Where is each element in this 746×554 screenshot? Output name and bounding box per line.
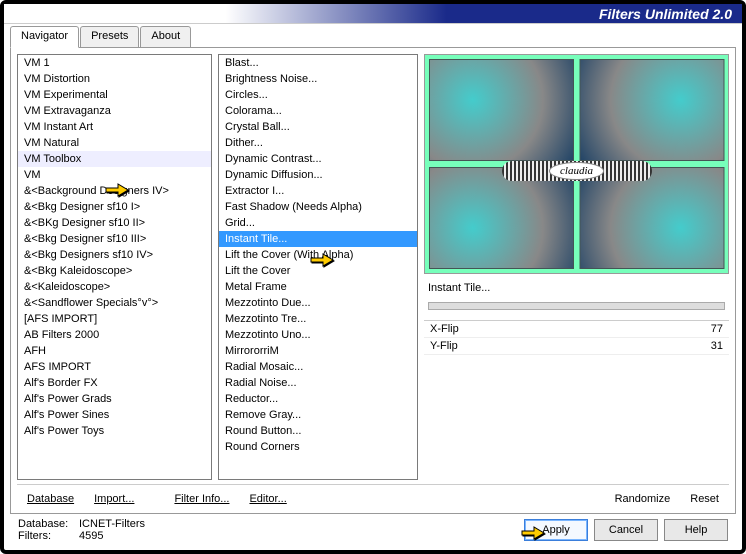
status-filters-label: Filters:	[18, 530, 73, 542]
list-item[interactable]: VM 1	[18, 55, 211, 71]
content: Navigator Presets About VM 1VM Distortio…	[4, 24, 742, 550]
param-name: Y-Flip	[430, 340, 458, 352]
status-db-value: ICNET-Filters	[79, 518, 145, 530]
list-item[interactable]: VM Distortion	[18, 71, 211, 87]
current-filter-row: Instant Tile...	[424, 280, 729, 296]
current-filter-label: Instant Tile...	[428, 282, 725, 294]
list-item[interactable]: &<Bkg Kaleidoscope>	[18, 263, 211, 279]
help-button[interactable]: Help	[664, 519, 728, 541]
list-item[interactable]: Radial Noise...	[219, 375, 417, 391]
list-item[interactable]: Alf's Power Toys	[18, 423, 211, 439]
list-item[interactable]: Alf's Border FX	[18, 375, 211, 391]
list-item[interactable]: &<Background Designers IV>	[18, 183, 211, 199]
cancel-button[interactable]: Cancel	[594, 519, 658, 541]
watermark-text: claudia	[560, 165, 593, 177]
param-row[interactable]: X-Flip 77	[424, 321, 729, 338]
footer: Database: ICNET-Filters Filters: 4595 Appl…	[10, 514, 736, 546]
apply-button[interactable]: Apply	[524, 519, 588, 541]
param-value: 31	[711, 340, 723, 352]
categories-list[interactable]: VM 1VM DistortionVM ExperimentalVM Extra…	[17, 54, 212, 480]
status-filters-value: 4595	[79, 530, 103, 542]
list-item[interactable]: Alf's Power Grads	[18, 391, 211, 407]
tab-row: Navigator Presets About	[10, 26, 736, 48]
preview-tile	[580, 59, 725, 161]
list-item[interactable]: Round Button...	[219, 423, 417, 439]
list-item[interactable]: Round Corners	[219, 439, 417, 455]
navigator-panel: VM 1VM DistortionVM ExperimentalVM Extra…	[10, 47, 736, 514]
list-item[interactable]: AB Filters 2000	[18, 327, 211, 343]
list-item[interactable]: Remove Gray...	[219, 407, 417, 423]
tab-presets[interactable]: Presets	[80, 26, 139, 48]
list-item[interactable]: &<Sandflower Specials°v°>	[18, 295, 211, 311]
list-item[interactable]: VM Toolbox	[18, 151, 211, 167]
link-randomize[interactable]: Randomize	[605, 491, 681, 507]
list-item[interactable]: &<BKg Designer sf10 II>	[18, 215, 211, 231]
list-item[interactable]: Dynamic Contrast...	[219, 151, 417, 167]
status-db-label: Database:	[18, 518, 73, 530]
preview-column: claudia Instant Tile... X-Flip 77 Y-Flip 31	[424, 54, 729, 480]
status-info: Database: ICNET-Filters Filters: 4595	[18, 518, 145, 542]
list-item[interactable]: Mezzotinto Uno...	[219, 327, 417, 343]
list-item[interactable]: Brightness Noise...	[219, 71, 417, 87]
list-item[interactable]: AFS IMPORT	[18, 359, 211, 375]
list-item[interactable]: Lift the Cover (With Alpha)	[219, 247, 417, 263]
list-item[interactable]: Alf's Power Sines	[18, 407, 211, 423]
param-value: 77	[711, 323, 723, 335]
preview-image: claudia	[424, 54, 729, 274]
titlebar: Filters Unlimited 2.0	[4, 4, 742, 24]
list-item[interactable]: Crystal Ball...	[219, 119, 417, 135]
list-item[interactable]: Dynamic Diffusion...	[219, 167, 417, 183]
preview-tile	[429, 167, 574, 269]
links-row: Database Import... Filter Info... Editor…	[17, 484, 729, 507]
link-database[interactable]: Database	[17, 491, 84, 507]
list-item[interactable]: VM	[18, 167, 211, 183]
list-item[interactable]: Radial Mosaic...	[219, 359, 417, 375]
link-reset[interactable]: Reset	[680, 491, 729, 507]
parameters-grid: X-Flip 77 Y-Flip 31	[424, 320, 729, 355]
progress-bar[interactable]	[428, 302, 725, 310]
list-item[interactable]: Blast...	[219, 55, 417, 71]
window: Filters Unlimited 2.0 Navigator Presets …	[0, 0, 746, 554]
preview-tile	[580, 167, 725, 269]
preview-tile	[429, 59, 574, 161]
app-title: Filters Unlimited 2.0	[599, 6, 732, 22]
filters-list[interactable]: Blast...Brightness Noise...Circles...Col…	[218, 54, 418, 480]
list-item[interactable]: Lift the Cover	[219, 263, 417, 279]
list-item[interactable]: &<Bkg Designer sf10 I>	[18, 199, 211, 215]
footer-buttons: Apply Cancel Help	[524, 519, 728, 541]
param-name: X-Flip	[430, 323, 459, 335]
list-item[interactable]: VM Experimental	[18, 87, 211, 103]
link-import[interactable]: Import...	[84, 491, 144, 507]
param-row[interactable]: Y-Flip 31	[424, 338, 729, 355]
link-filter-info[interactable]: Filter Info...	[164, 491, 239, 507]
list-item[interactable]: Instant Tile...	[219, 231, 417, 247]
list-item[interactable]: Mezzotinto Due...	[219, 295, 417, 311]
list-item[interactable]: Dither...	[219, 135, 417, 151]
columns: VM 1VM DistortionVM ExperimentalVM Extra…	[17, 54, 729, 480]
list-item[interactable]: Grid...	[219, 215, 417, 231]
watermark: claudia	[502, 161, 652, 181]
list-item[interactable]: &<Kaleidoscope>	[18, 279, 211, 295]
list-item[interactable]: Mezzotinto Tre...	[219, 311, 417, 327]
list-item[interactable]: Colorama...	[219, 103, 417, 119]
list-item[interactable]: Extractor I...	[219, 183, 417, 199]
list-item[interactable]: Metal Frame	[219, 279, 417, 295]
list-item[interactable]: &<Bkg Designers sf10 IV>	[18, 247, 211, 263]
list-item[interactable]: [AFS IMPORT]	[18, 311, 211, 327]
tab-about[interactable]: About	[140, 26, 191, 48]
list-item[interactable]: VM Extravaganza	[18, 103, 211, 119]
list-item[interactable]: AFH	[18, 343, 211, 359]
list-item[interactable]: VM Natural	[18, 135, 211, 151]
list-item[interactable]: MirrororriM	[219, 343, 417, 359]
tab-navigator[interactable]: Navigator	[10, 26, 79, 48]
slider-row	[424, 302, 729, 310]
link-editor[interactable]: Editor...	[239, 491, 296, 507]
list-item[interactable]: Circles...	[219, 87, 417, 103]
list-item[interactable]: VM Instant Art	[18, 119, 211, 135]
list-item[interactable]: &<Bkg Designer sf10 III>	[18, 231, 211, 247]
list-item[interactable]: Reductor...	[219, 391, 417, 407]
list-item[interactable]: Fast Shadow (Needs Alpha)	[219, 199, 417, 215]
